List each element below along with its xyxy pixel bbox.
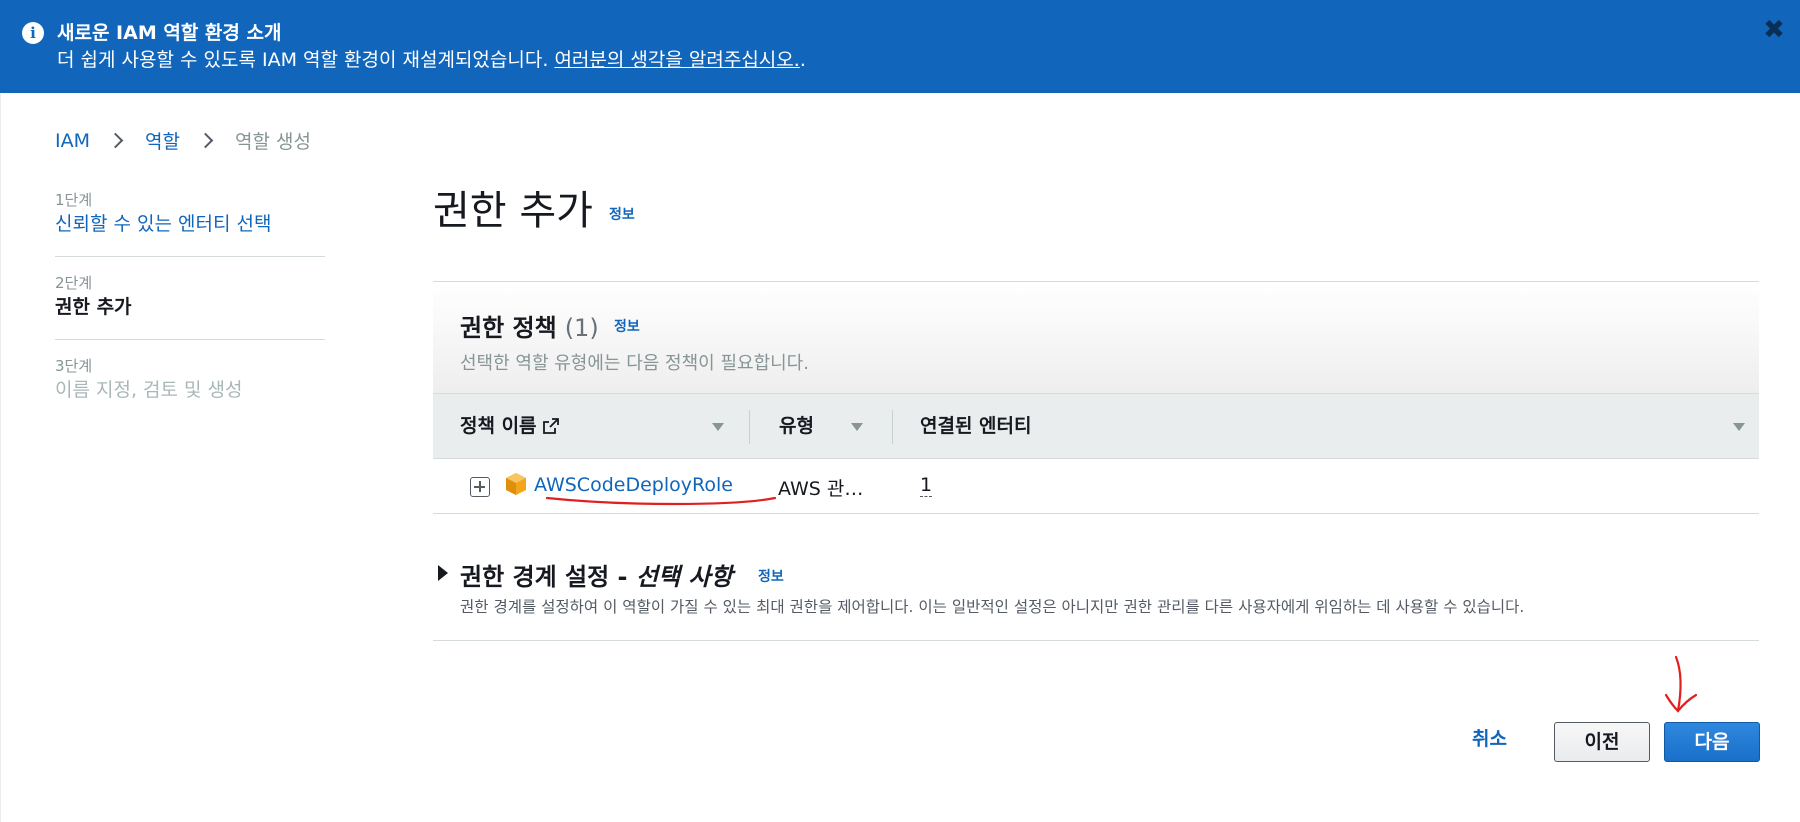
red-arrow-annotation xyxy=(1664,655,1698,713)
step-link-trusted-entity[interactable]: 신뢰할 수 있는 엔터티 선택 xyxy=(55,210,325,238)
column-divider xyxy=(749,410,750,444)
column-header-type[interactable]: 유형 xyxy=(779,394,814,458)
next-button[interactable]: 다음 xyxy=(1664,722,1760,762)
permission-policies-panel: 권한 정책 (1) 정보 선택한 역할 유형에는 다음 정책이 필요합니다. 정책… xyxy=(433,281,1759,514)
step-3: 3단계 이름 지정, 검토 및 생성 xyxy=(55,356,325,422)
banner-title: 새로운 IAM 역할 환경 소개 xyxy=(57,22,282,44)
expand-row-button[interactable] xyxy=(470,477,490,497)
breadcrumb: IAM 역할 역할 생성 xyxy=(55,127,311,154)
step-2: 2단계 권한 추가 xyxy=(55,273,325,340)
breadcrumb-iam[interactable]: IAM xyxy=(55,130,90,152)
step-1: 1단계 신뢰할 수 있는 엔터티 선택 xyxy=(55,190,325,257)
banner-text: 더 쉽게 사용할 수 있도록 IAM 역할 환경이 재설계되었습니다. 여러분의… xyxy=(57,45,806,72)
step-label-add-permissions: 권한 추가 xyxy=(55,296,132,318)
policy-type: AWS 관… xyxy=(778,478,864,500)
panel-title: 권한 정책 (1) xyxy=(460,308,599,343)
boundary-info-link[interactable]: 정보 xyxy=(758,566,784,586)
page-title: 권한 추가 xyxy=(433,188,593,234)
chevron-right-icon xyxy=(107,132,124,149)
step-number: 3단계 xyxy=(55,357,93,375)
page-info-link[interactable]: 정보 xyxy=(609,204,635,224)
chevron-right-icon xyxy=(197,132,214,149)
sort-caret-icon[interactable] xyxy=(1733,423,1745,431)
permissions-boundary-section: 권한 경계 설정 - 선택 사항 정보 권한 경계를 설정하여 이 역할이 가질… xyxy=(433,548,1759,641)
column-header-attached-entities[interactable]: 연결된 엔터티 xyxy=(920,394,1032,458)
wizard-steps: 1단계 신뢰할 수 있는 엔터티 선택 2단계 권한 추가 3단계 이름 지정,… xyxy=(55,190,325,438)
column-header-policy-name[interactable]: 정책 이름 xyxy=(460,394,559,458)
boundary-description: 권한 경계를 설정하여 이 역할이 가질 수 있는 최대 권한을 제어합니다. … xyxy=(460,598,1525,616)
breadcrumb-roles[interactable]: 역할 xyxy=(145,127,180,154)
close-icon[interactable]: ✖ xyxy=(1762,17,1786,43)
external-link-icon xyxy=(542,418,559,434)
previous-button[interactable]: 이전 xyxy=(1554,722,1650,762)
boundary-title[interactable]: 권한 경계 설정 - 선택 사항 xyxy=(460,557,733,592)
column-label: 정책 이름 xyxy=(460,415,537,437)
info-icon: i xyxy=(22,22,44,44)
info-banner: i 새로운 IAM 역할 환경 소개 더 쉽게 사용할 수 있도록 IAM 역할… xyxy=(0,0,1800,93)
aws-managed-policy-icon xyxy=(506,473,526,495)
banner-text-suffix: . xyxy=(799,49,806,71)
boundary-optional-label: 선택 사항 xyxy=(635,563,733,591)
attached-entities-count[interactable]: 1 xyxy=(920,474,933,497)
cancel-button[interactable]: 취소 xyxy=(1472,724,1507,751)
step-number: 2단계 xyxy=(55,274,93,292)
sort-caret-icon[interactable] xyxy=(851,423,863,431)
feedback-link[interactable]: 여러분의 생각을 알려주십시오. xyxy=(554,49,799,71)
step-number: 1단계 xyxy=(55,191,93,209)
breadcrumb-current: 역할 생성 xyxy=(234,131,311,153)
panel-title-text: 권한 정책 xyxy=(460,314,557,342)
panel-description: 선택한 역할 유형에는 다음 정책이 필요합니다. xyxy=(460,353,809,374)
caret-right-icon[interactable] xyxy=(438,565,448,581)
policy-count: (1) xyxy=(564,314,599,342)
column-divider xyxy=(892,410,893,444)
table-header: 정책 이름 유형 연결된 엔터티 xyxy=(433,393,1759,459)
step-label-review: 이름 지정, 검토 및 생성 xyxy=(55,379,243,401)
banner-message: 더 쉽게 사용할 수 있도록 IAM 역할 환경이 재설계되었습니다. xyxy=(57,49,555,71)
boundary-title-text: 권한 경계 설정 - xyxy=(460,563,636,591)
policies-info-link[interactable]: 정보 xyxy=(614,316,640,336)
sort-caret-icon[interactable] xyxy=(712,423,724,431)
red-underline-annotation xyxy=(545,496,777,506)
panel-header: 권한 정책 (1) 정보 선택한 역할 유형에는 다음 정책이 필요합니다. xyxy=(433,282,1759,393)
policy-name-link[interactable]: AWSCodeDeployRole xyxy=(534,474,733,496)
